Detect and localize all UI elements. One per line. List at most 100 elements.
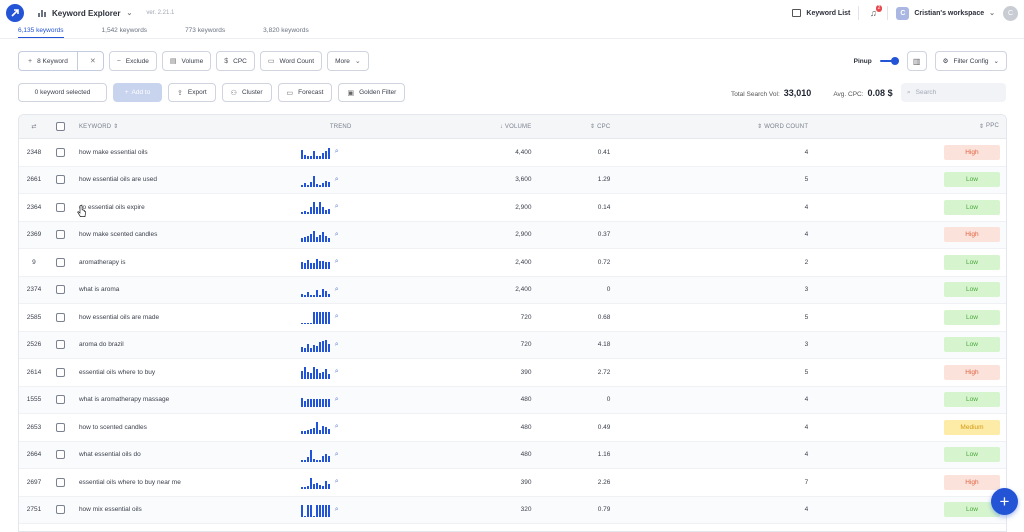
exclude-label: Exclude bbox=[125, 57, 149, 65]
row-checkbox[interactable] bbox=[49, 147, 73, 157]
refresh-icon[interactable]: ⇄ bbox=[19, 123, 49, 130]
row-checkbox[interactable] bbox=[49, 257, 73, 267]
word-count-button[interactable]: ▭ Word Count bbox=[259, 51, 323, 71]
search-icon[interactable]: ⌕ bbox=[335, 506, 339, 514]
search-icon[interactable]: ⌕ bbox=[335, 148, 339, 156]
row-checkbox[interactable] bbox=[49, 422, 73, 432]
tab-keywords-2[interactable]: 1,542 keywords bbox=[102, 26, 148, 38]
row-checkbox[interactable] bbox=[49, 312, 73, 322]
search-icon[interactable]: ⌕ bbox=[335, 231, 339, 239]
word-count-column-header[interactable]: ⇕ WORD COUNT bbox=[610, 123, 808, 130]
table-row[interactable]: 2664 what essential oils do ⌕ 480 1.16 4 Low bbox=[19, 441, 1006, 469]
ppc-column-header[interactable]: ⇕ PPC bbox=[808, 123, 1006, 130]
search-icon[interactable]: ⌕ bbox=[335, 176, 339, 184]
select-all-checkbox[interactable] bbox=[49, 122, 73, 131]
row-checkbox[interactable] bbox=[49, 202, 73, 212]
keyword-cell[interactable]: how essential oils are used bbox=[73, 176, 301, 183]
workspace-switcher[interactable]: C Cristian's workspace ⌄ bbox=[896, 6, 995, 20]
search-icon[interactable]: ⌕ bbox=[335, 451, 339, 459]
search-icon[interactable]: ⌕ bbox=[335, 313, 339, 321]
more-button[interactable]: More ⌄ bbox=[327, 51, 369, 71]
tab-keywords-1[interactable]: 6,135 keywords bbox=[18, 26, 64, 38]
export-button[interactable]: ⇪ Export bbox=[168, 83, 216, 102]
search-icon[interactable]: ⌕ bbox=[335, 368, 339, 376]
keyword-column-header[interactable]: KEYWORD ⇕ bbox=[73, 123, 301, 130]
keyword-cell[interactable]: what essential oils do bbox=[73, 451, 301, 458]
row-id: 2526 bbox=[26, 341, 42, 349]
keyword-cell[interactable]: how make essential oils bbox=[73, 149, 301, 156]
keyword-cell[interactable]: how essential oils are made bbox=[73, 314, 301, 321]
trend-cell: ⌕ bbox=[300, 255, 381, 270]
filter-config-button[interactable]: ⚙ Filter Config ⌄ bbox=[934, 51, 1007, 71]
keyword-cell[interactable]: how mix essential oils bbox=[73, 506, 301, 513]
clear-keyword-filter-icon[interactable]: ✕ bbox=[83, 57, 103, 65]
divider bbox=[887, 6, 889, 20]
row-checkbox[interactable] bbox=[49, 367, 73, 377]
cluster-icon: ⚇ bbox=[230, 89, 237, 97]
search-icon[interactable]: ⌕ bbox=[335, 341, 339, 349]
keyword-list-link[interactable]: Keyword List bbox=[792, 9, 850, 17]
volume-column-header[interactable]: ↓ VOLUME bbox=[381, 124, 532, 130]
table-row[interactable]: 2751 how mix essential oils ⌕ 320 0.79 4 Low bbox=[19, 496, 1006, 524]
keyword-cell[interactable]: aroma do brazil bbox=[73, 341, 301, 348]
row-checkbox[interactable] bbox=[49, 395, 73, 405]
app-logo[interactable] bbox=[6, 4, 24, 22]
search-icon[interactable]: ⌕ bbox=[335, 203, 339, 211]
golden-filter-button[interactable]: ▣ Golden Filter bbox=[338, 83, 406, 102]
row-checkbox[interactable] bbox=[49, 450, 73, 460]
table-row[interactable]: 2614 essential oils where to buy ⌕ 390 2.72 5… bbox=[19, 359, 1006, 387]
table-row[interactable]: 2374 what is aroma ⌕ 2,400 0 3 Low bbox=[19, 276, 1006, 304]
cpc-button[interactable]: $ CPC bbox=[216, 51, 255, 71]
table-row[interactable]: 2526 aroma do brazil ⌕ 720 4.18 3 Low bbox=[19, 331, 1006, 359]
pinup-toggle[interactable] bbox=[879, 57, 899, 65]
keyword-cell[interactable]: aromatherapy is bbox=[73, 259, 301, 266]
row-checkbox[interactable] bbox=[49, 477, 73, 487]
table-row[interactable]: 9 aromatherapy is ⌕ 2,400 0.72 2 Low bbox=[19, 249, 1006, 277]
table-row[interactable]: 2364 do essential oils expire ⌕ 2,900 0.14 4 L… bbox=[19, 194, 1006, 222]
row-checkbox[interactable] bbox=[49, 175, 73, 185]
app-switcher[interactable]: Keyword Explorer ⌄ bbox=[38, 9, 132, 18]
search-icon[interactable]: ⌕ bbox=[335, 396, 339, 404]
tab-keywords-3[interactable]: 773 keywords bbox=[185, 26, 225, 38]
search-icon[interactable]: ⌕ bbox=[335, 258, 339, 266]
search-icon[interactable]: ⌕ bbox=[335, 286, 339, 294]
keyword-cell[interactable]: essential oils where to buy near me bbox=[73, 479, 301, 486]
search-icon[interactable]: ⌕ bbox=[335, 478, 339, 486]
table-row[interactable]: 2585 how essential oils are made ⌕ 720 0.68 5… bbox=[19, 304, 1006, 332]
row-id: 2614 bbox=[26, 368, 42, 376]
row-checkbox[interactable] bbox=[49, 285, 73, 295]
exclude-button[interactable]: − Exclude bbox=[108, 51, 157, 71]
volume-button[interactable]: ▤ Volume bbox=[161, 51, 212, 71]
keyword-cell[interactable]: how make scented candles bbox=[73, 231, 301, 238]
avatar[interactable]: C bbox=[1003, 5, 1018, 21]
keyword-cell[interactable]: do essential oils expire bbox=[73, 204, 301, 211]
trend-bar bbox=[303, 459, 306, 462]
trend-cell: ⌕ bbox=[300, 200, 381, 215]
row-checkbox[interactable] bbox=[49, 340, 73, 350]
row-checkbox[interactable] bbox=[49, 230, 73, 240]
table-row[interactable]: 2661 how essential oils are used ⌕ 3,600 1.2… bbox=[19, 166, 1006, 194]
cpc-column-header[interactable]: ⇕ CPC bbox=[531, 123, 610, 130]
columns-button[interactable]: ▥ bbox=[906, 51, 927, 71]
add-fab-button[interactable]: + bbox=[991, 488, 1018, 515]
keyword-cell[interactable]: what is aroma bbox=[73, 286, 301, 293]
notifications-button[interactable]: ♫ 2 bbox=[867, 5, 883, 20]
add-to-button[interactable]: + Add to bbox=[113, 83, 162, 102]
table-row[interactable]: 2369 how make scented candles ⌕ 2,900 0.37 4 H… bbox=[19, 221, 1006, 249]
keyword-filter-button[interactable]: + 8 Keyword bbox=[19, 52, 78, 70]
table-row[interactable]: 2697 essential oils where to buy near me ⌕… bbox=[19, 469, 1006, 497]
volume-cell: 4,400 bbox=[515, 148, 532, 156]
cluster-button[interactable]: ⚇ Cluster bbox=[221, 83, 272, 102]
forecast-button[interactable]: ▭ Forecast bbox=[277, 83, 333, 102]
search-icon[interactable]: ⌕ bbox=[335, 423, 339, 431]
table-row[interactable]: 1555 what is aromatherapy massage ⌕ 480 0 4 Lo… bbox=[19, 386, 1006, 414]
keyword-cell[interactable]: how to scented candles bbox=[73, 424, 301, 431]
keyword-cell[interactable]: essential oils where to buy bbox=[73, 369, 301, 376]
search-input[interactable]: ⌕ Search bbox=[901, 83, 1006, 102]
row-checkbox[interactable] bbox=[49, 505, 73, 515]
tab-keywords-4[interactable]: 3,820 keywords bbox=[263, 26, 309, 38]
table-row[interactable]: 2348 how make essential oils ⌕ 4,400 0.41 4 Hi… bbox=[19, 139, 1006, 167]
table-row[interactable]: 2653 how to scented candles ⌕ 480 0.49 4 Mediu… bbox=[19, 414, 1006, 442]
keyword-cell[interactable]: what is aromatherapy massage bbox=[73, 396, 301, 403]
ppc-badge: Low bbox=[943, 309, 1000, 325]
